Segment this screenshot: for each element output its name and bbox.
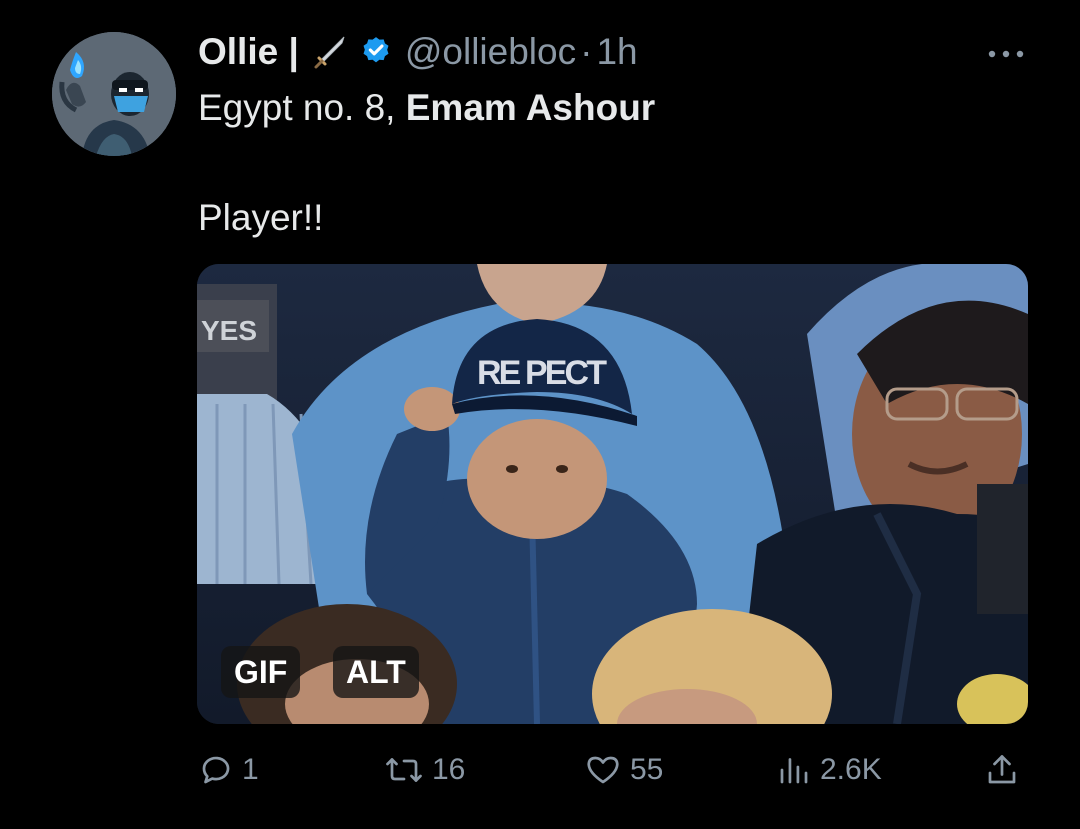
cap-text: RE PECT	[477, 354, 607, 392]
avatar[interactable]	[52, 32, 176, 156]
tweet-text-line-1: Egypt no. 8, Emam Ashour	[198, 86, 655, 130]
tweet[interactable]: Ollie | @olliebloc · 1h Egypt no. 8, Ema	[0, 0, 1080, 829]
gif-frame: YES RE PECT	[197, 264, 1028, 724]
sword-icon	[313, 34, 349, 70]
verified-badge-icon[interactable]	[359, 35, 393, 69]
tweet-text-line-2: Player!!	[198, 197, 324, 238]
like-count: 55	[630, 753, 664, 786]
tweet-text-normal: Egypt no. 8,	[198, 87, 406, 128]
avatar-image	[52, 32, 176, 156]
share-button[interactable]	[984, 748, 1020, 792]
heart-icon	[587, 756, 619, 784]
display-name[interactable]: Ollie |	[198, 31, 299, 73]
view-count: 2.6K	[820, 753, 882, 786]
retweet-count: 16	[432, 753, 466, 786]
retweet-button[interactable]: 16	[384, 748, 465, 792]
alt-text-button[interactable]: ALT	[333, 646, 419, 698]
handle[interactable]: @olliebloc	[405, 31, 576, 73]
reply-icon	[202, 756, 230, 784]
tweet-media-gif[interactable]: YES RE PECT GIF ALT	[197, 264, 1028, 724]
tweet-text-bold: Emam Ashour	[405, 87, 656, 128]
reply-button[interactable]: 1	[198, 748, 259, 792]
views-icon	[780, 758, 808, 784]
reply-count: 1	[242, 753, 259, 786]
retweet-icon	[386, 758, 422, 782]
separator-dot: ·	[580, 31, 593, 72]
sign-text: YES	[201, 315, 257, 346]
share-icon	[988, 755, 1016, 784]
views-button[interactable]: 2.6K	[776, 748, 882, 792]
like-button[interactable]: 55	[584, 748, 663, 792]
action-bar: 1 16 55 2.6K	[0, 748, 1080, 792]
tweet-header: Ollie | @olliebloc · 1h	[198, 30, 638, 74]
more-options-icon[interactable]	[986, 46, 1026, 58]
gif-badge: GIF	[221, 646, 301, 698]
timestamp[interactable]: 1h	[596, 31, 637, 73]
